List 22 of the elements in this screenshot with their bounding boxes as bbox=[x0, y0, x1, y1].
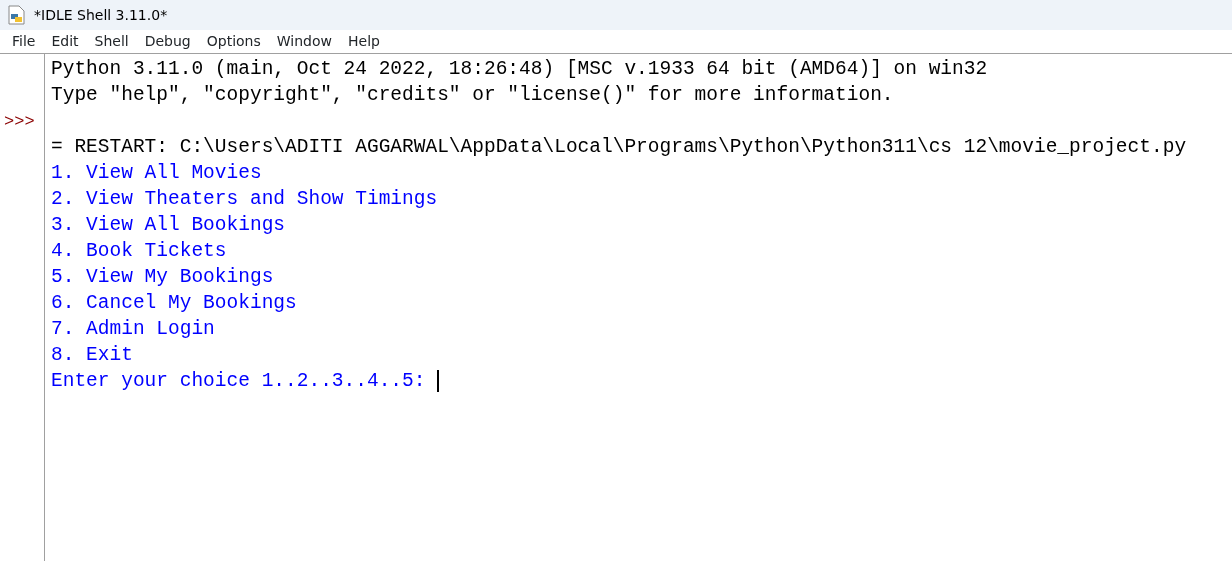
output-line: 6. Cancel My Bookings bbox=[51, 292, 297, 314]
output-line: Enter your choice 1..2..3..4..5: bbox=[51, 370, 427, 392]
window-title: *IDLE Shell 3.11.0* bbox=[34, 5, 168, 25]
menu-item[interactable]: Help bbox=[340, 31, 388, 52]
output-line: 7. Admin Login bbox=[51, 318, 215, 340]
output-line: 5. View My Bookings bbox=[51, 266, 274, 288]
menu-item[interactable]: Options bbox=[198, 31, 269, 52]
menu-item[interactable]: Shell bbox=[86, 31, 137, 52]
output-line: Python 3.11.0 (main, Oct 24 2022, 18:26:48) [MSC v.1933 64 bit (AMD64)] on win32 bbox=[51, 58, 988, 80]
output-line: 1. View All Movies bbox=[51, 162, 262, 184]
menu-item[interactable]: Edit bbox=[43, 31, 87, 52]
shell-prompt: >>> bbox=[3, 112, 35, 131]
output-line: 8. Exit bbox=[51, 344, 133, 366]
menu-item[interactable]: File bbox=[4, 31, 44, 52]
output-line: = RESTART: C:\Users\ADITI AGGARWAL\AppData\Local\Programs\Python\Python311\cs 12\movie_project.py bbox=[51, 136, 1187, 158]
menu-item[interactable]: Window bbox=[268, 31, 340, 52]
output-line: Type "help", "copyright", "credits" or "license()" for more information. bbox=[51, 84, 894, 106]
menu-item[interactable]: Debug bbox=[136, 31, 199, 52]
output-line: 4. Book Tickets bbox=[51, 240, 227, 262]
output-line: 2. View Theaters and Show Timings bbox=[51, 188, 438, 210]
output-line: 3. View All Bookings bbox=[51, 214, 286, 236]
python-file-icon bbox=[8, 5, 26, 25]
